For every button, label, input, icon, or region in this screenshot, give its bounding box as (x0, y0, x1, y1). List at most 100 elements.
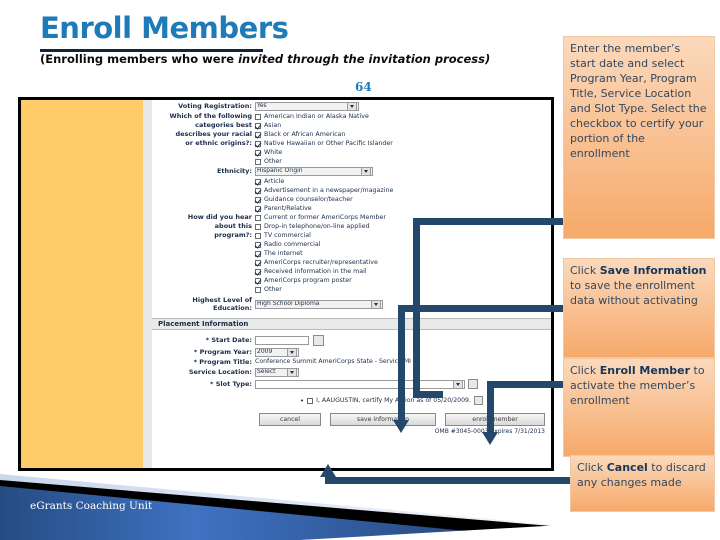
bullet-icon: • (300, 396, 305, 405)
hear-checkbox[interactable] (255, 286, 261, 293)
enroll-member-button[interactable]: enroll member (445, 413, 545, 427)
chevron-down-icon[interactable] (287, 348, 297, 357)
hear-option[interactable]: Article (255, 177, 393, 186)
hear-option[interactable]: AmeriCorps recruiter/representative (255, 258, 393, 267)
ethnicity-select[interactable]: Hispanic Origin (255, 167, 373, 176)
chevron-down-icon[interactable] (371, 299, 381, 309)
hear-option[interactable]: Drop-in telephone/on-line applied (255, 222, 393, 231)
start-date-input[interactable] (255, 336, 309, 345)
chevron-down-icon[interactable] (347, 102, 357, 111)
hear-option-label: Radio commercial (264, 241, 321, 248)
race-option-label: White (264, 149, 283, 156)
race-option[interactable]: Asian (255, 121, 393, 130)
race-option[interactable]: American Indian or Alaska Native (255, 112, 393, 121)
race-label-line1: Which of the following (169, 112, 252, 120)
callout-enroll-pre: Click (570, 364, 600, 377)
help-icon[interactable] (473, 396, 483, 406)
hear-option-label: Article (264, 178, 285, 185)
hear-option-label: AmeriCorps program poster (264, 277, 352, 284)
voting-registration-row: Voting Registration: Yes (152, 100, 551, 111)
race-option[interactable]: Black or African American (255, 130, 393, 139)
education-select[interactable]: High School Diploma (255, 299, 383, 309)
hear-option[interactable]: The internet (255, 249, 393, 258)
callout-enroll-bold: Enroll Member (599, 364, 691, 377)
hear-option[interactable]: AmeriCorps program poster (255, 276, 393, 285)
education-label-line2: Education: (213, 304, 252, 312)
race-checkbox[interactable] (255, 149, 261, 156)
certification-text: I, AAUGUSTIN, certify My Action as of 05… (316, 397, 471, 405)
race-option-label: Asian (264, 122, 282, 129)
page-number: 64 (355, 80, 372, 94)
race-option[interactable]: Native Hawaiian or Other Pacific Islande… (255, 139, 393, 148)
chevron-down-icon[interactable] (287, 368, 297, 378)
save-information-button[interactable]: save information (330, 413, 436, 427)
race-label-line2: categories best (195, 121, 252, 129)
race-option-label: American Indian or Alaska Native (264, 113, 369, 120)
hear-option[interactable]: Parent/Relative (255, 204, 393, 213)
hear-checkbox[interactable] (255, 268, 261, 275)
hear-option-label: Received information in the mail (264, 268, 367, 275)
hear-checkbox[interactable] (255, 223, 261, 230)
hear-option[interactable]: Radio commercial (255, 240, 393, 249)
service-location-select[interactable]: Select (255, 368, 299, 378)
slot-type-label: * Slot Type: (210, 379, 252, 388)
hear-option[interactable]: Other (255, 285, 393, 294)
voting-registration-label: Voting Registration: (178, 101, 252, 110)
hear-checkbox[interactable] (255, 259, 261, 266)
help-icon[interactable] (468, 379, 478, 390)
hear-option[interactable]: Guidance counselor/teacher (255, 195, 393, 204)
hear-checkbox[interactable] (255, 277, 261, 284)
connector-start-date-h1 (413, 218, 563, 225)
race-option[interactable]: Other (255, 157, 393, 166)
race-checkbox[interactable] (255, 131, 261, 138)
program-title-row: * Program Title: Conference Summit Ameri… (152, 358, 551, 366)
page-subtitle: (Enrolling members who were invited thro… (40, 52, 490, 66)
program-year-select[interactable]: 2009 (255, 348, 299, 357)
race-checkbox[interactable] (255, 113, 261, 120)
arrow-to-enroll-button (482, 432, 498, 445)
hear-option[interactable]: Received information in the mail (255, 267, 393, 276)
hear-option[interactable]: Current or former AmeriCorps Member (255, 213, 393, 222)
race-checkbox[interactable] (255, 122, 261, 129)
race-option-label: Black or African American (264, 131, 346, 138)
hear-option-label: Guidance counselor/teacher (264, 196, 353, 203)
cancel-button[interactable]: cancel (259, 413, 321, 427)
race-option[interactable]: White (255, 148, 393, 157)
education-label-line1: Highest Level of (192, 296, 252, 304)
slot-type-select[interactable] (255, 379, 465, 389)
connector-start-date-h2 (413, 391, 443, 398)
hear-checkbox[interactable] (255, 205, 261, 212)
program-year-row: * Program Year: 2009 (152, 348, 551, 357)
ethnicity-row: Ethnicity: Hispanic Origin (152, 167, 551, 176)
hear-checkbox[interactable] (255, 232, 261, 239)
hear-option[interactable]: Advertisement in a newspaper/magazine (255, 186, 393, 195)
chevron-down-icon[interactable] (361, 167, 371, 176)
hear-checkbox[interactable] (255, 214, 261, 221)
certification-checkbox[interactable] (307, 397, 314, 404)
callout-enroll-member: Click Enroll Member to activate the memb… (563, 358, 715, 457)
calendar-icon[interactable] (313, 335, 324, 346)
hear-label-line1: How did you hear (187, 213, 252, 221)
voting-registration-value: Yes (257, 103, 267, 110)
hear-checkbox[interactable] (255, 241, 261, 248)
program-title-label: * Program Title: (193, 358, 252, 366)
voting-registration-select[interactable]: Yes (255, 102, 359, 111)
hear-option-label: AmeriCorps recruiter/representative (264, 259, 378, 266)
race-option-label: Native Hawaiian or Other Pacific Islande… (264, 140, 393, 147)
hear-checkbox[interactable] (255, 250, 261, 257)
ethnicity-label: Ethnicity: (216, 166, 252, 175)
screenshot-left-panel (21, 100, 143, 468)
callout-save-bold: Save Information (599, 264, 707, 277)
hear-checkbox[interactable] (255, 187, 261, 194)
chevron-down-icon[interactable] (453, 379, 463, 389)
program-year-label: * Program Year: (193, 347, 252, 356)
hear-option[interactable]: TV commercial (255, 231, 393, 240)
program-year-value: 2009 (257, 349, 273, 356)
race-checkbox[interactable] (255, 158, 261, 165)
hear-label-line2: about this (214, 222, 252, 230)
race-checkbox[interactable] (255, 140, 261, 147)
hear-option-label: Other (264, 286, 282, 293)
hear-checkbox[interactable] (255, 178, 261, 185)
connector-enroll-h (487, 381, 563, 388)
hear-checkbox[interactable] (255, 196, 261, 203)
